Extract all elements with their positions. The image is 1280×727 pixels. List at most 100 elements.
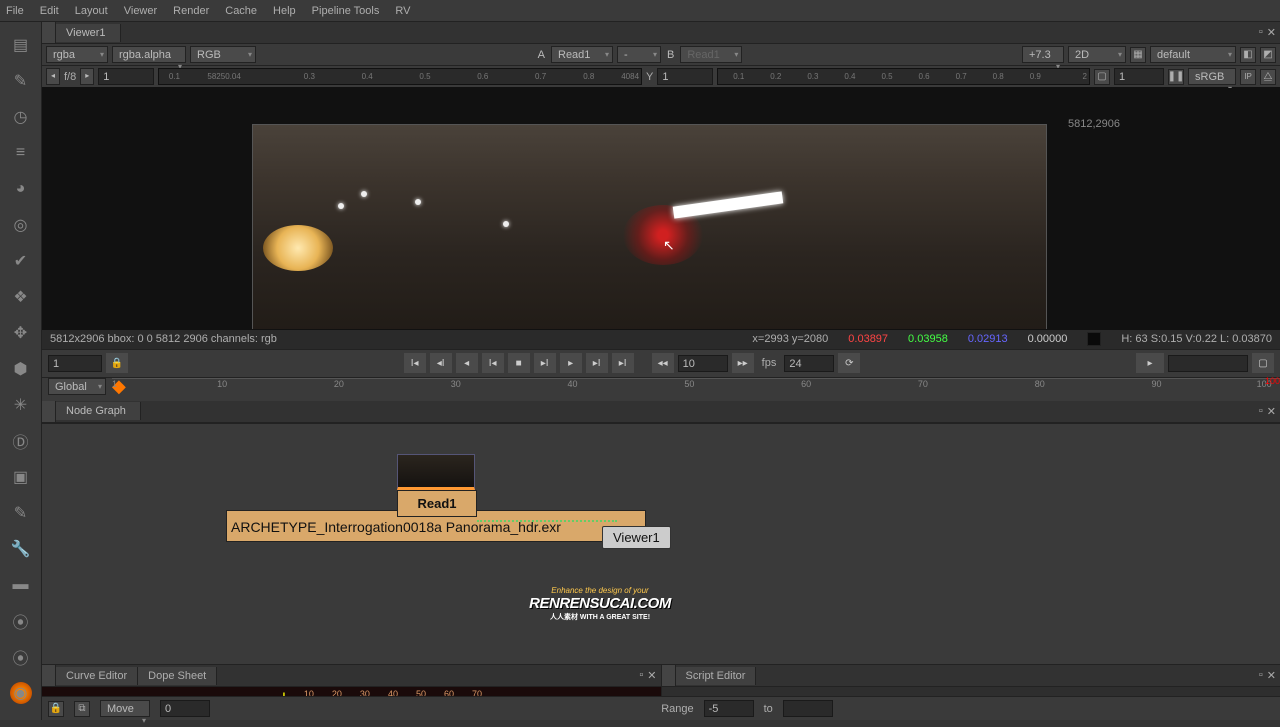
gamma-input[interactable]: 1 [1114, 68, 1164, 85]
lut-dropdown[interactable]: default [1150, 46, 1236, 63]
lock-icon[interactable]: 🔒 [106, 353, 128, 373]
view-mode-dropdown[interactable]: 2D [1068, 46, 1126, 63]
pane-float-icon-3[interactable]: ▫ [639, 669, 643, 682]
ext-field[interactable] [1168, 355, 1248, 372]
tool-deep-icon[interactable]: Ⓓ [10, 430, 32, 452]
pane-float-icon-4[interactable]: ▫ [1259, 669, 1263, 682]
tool-views-icon[interactable]: ▣ [10, 466, 32, 488]
tool-draw-icon[interactable]: ✎ [10, 70, 32, 92]
tool-toolsets-icon[interactable]: 🔧 [10, 538, 32, 560]
y-input[interactable]: 1 [657, 68, 713, 85]
read-node[interactable]: Read1 [397, 454, 477, 517]
pane-handle[interactable] [42, 22, 56, 43]
tool-other-icon[interactable]: ▬ [10, 574, 32, 596]
step-back-button[interactable]: I◂ [482, 353, 504, 373]
tool-filter-icon[interactable]: ◎ [10, 214, 32, 236]
move-value[interactable]: 0 [160, 700, 210, 717]
pane-float-icon[interactable]: ▫ [1259, 26, 1263, 39]
menu-render[interactable]: Render [173, 5, 209, 17]
nodegraph-tab[interactable]: Node Graph [56, 402, 141, 420]
tool-3d-icon[interactable]: ⬢ [10, 358, 32, 380]
play-back-button[interactable]: ◂ [456, 353, 478, 373]
menu-layout[interactable]: Layout [75, 5, 108, 17]
timeline-ruler[interactable]: ◆ 1 10 20 30 40 50 60 70 80 90 100 100 [112, 378, 1280, 401]
tool-time-icon[interactable]: ◷ [10, 106, 32, 128]
menu-edit[interactable]: Edit [40, 5, 59, 17]
viewer-lut-dropdown[interactable]: sRGB [1188, 68, 1236, 85]
tab-curve-editor[interactable]: Curve Editor [56, 667, 138, 685]
pane-close-icon-2[interactable]: ✕ [1267, 405, 1276, 418]
step-fwd-button[interactable]: ▸I [534, 353, 556, 373]
aspect-icon[interactable]: ◩ [1260, 47, 1276, 63]
channel-dropdown[interactable]: rgba.alpha [112, 46, 186, 63]
tab-dope-sheet[interactable]: Dope Sheet [138, 667, 217, 685]
play-button[interactable]: ▸ [560, 353, 582, 373]
first-frame-button[interactable]: I◂ [404, 353, 426, 373]
pane-close-icon-4[interactable]: ✕ [1267, 669, 1276, 682]
next-key-button[interactable]: ▸I [586, 353, 608, 373]
pane-float-icon-2[interactable]: ▫ [1259, 405, 1263, 418]
input-a-dropdown[interactable]: Read1 [551, 46, 613, 63]
tool-furnace-icon[interactable]: ⦿ [10, 610, 32, 632]
viewer-node[interactable]: Viewer1 [602, 526, 671, 549]
tool-particles-icon[interactable]: ✳ [10, 394, 32, 416]
ip-icon[interactable]: IP [1240, 69, 1256, 85]
fps-input[interactable]: 24 [784, 355, 834, 372]
tool-keyer-icon[interactable]: ✔ [10, 250, 32, 272]
last-frame-button[interactable]: ▸I [612, 353, 634, 373]
viewer-tab[interactable]: Viewer1 [56, 24, 121, 42]
menu-cache[interactable]: Cache [225, 5, 257, 17]
y-slider[interactable]: 0.1 0.2 0.3 0.4 0.5 0.6 0.7 0.8 0.9 2 [717, 68, 1090, 85]
tool-channel-icon[interactable]: ≡ [10, 142, 32, 164]
viewport[interactable]: 5812,2906 ↖ [42, 88, 1280, 329]
range-from[interactable]: -5 [704, 700, 754, 717]
tool-merge-icon[interactable]: ❖ [10, 286, 32, 308]
skip-back-button[interactable]: ◂◂ [652, 353, 674, 373]
move-dropdown[interactable]: Move [100, 700, 150, 717]
proxy-prev[interactable]: ◂ [46, 68, 60, 85]
view-layout-icon[interactable]: ▦ [1130, 47, 1146, 63]
tool-metadata-icon[interactable]: ✎ [10, 502, 32, 524]
input-b-dropdown[interactable]: Read1 [680, 46, 742, 63]
pane-close-icon-3[interactable]: ✕ [647, 669, 656, 682]
skip-fwd-button[interactable]: ▸▸ [732, 353, 754, 373]
pane-handle-4[interactable] [662, 665, 676, 686]
exposure-dropdown[interactable]: +7.3 [1022, 46, 1064, 63]
tab-script-editor[interactable]: Script Editor [676, 667, 757, 685]
tool-fire-icon[interactable]: ◉ [10, 682, 32, 704]
color-sample-icon[interactable]: ◧ [1240, 47, 1256, 63]
stripes-icon[interactable]: ⧋ [1260, 69, 1276, 85]
lock-bottom-icon[interactable]: 🔒 [48, 701, 64, 717]
menu-rv[interactable]: RV [395, 5, 410, 17]
loop-button[interactable]: ⟳ [838, 353, 860, 373]
proxy-next[interactable]: ▸ [80, 68, 94, 85]
prev-key-button[interactable]: ◂I [430, 353, 452, 373]
wipe-op-dropdown[interactable]: - [617, 46, 661, 63]
tool-image-icon[interactable]: ▤ [10, 34, 32, 56]
x-slider[interactable]: 0.1 58250.04 0.3 0.4 0.5 0.6 0.7 0.8 408… [158, 68, 642, 85]
menu-viewer[interactable]: Viewer [124, 5, 157, 17]
x-input[interactable]: 1 [98, 68, 154, 85]
menu-file[interactable]: File [6, 5, 24, 17]
skip-input[interactable]: 10 [678, 355, 728, 372]
menu-pipeline-tools[interactable]: Pipeline Tools [312, 5, 380, 17]
timeline[interactable]: Global ◆ 1 10 20 30 40 50 60 70 80 90 10… [42, 377, 1280, 401]
image-canvas[interactable]: ↖ [252, 124, 1047, 329]
pane-close-icon[interactable]: ✕ [1267, 26, 1276, 39]
pause-icon[interactable]: ❚❚ [1168, 69, 1184, 85]
pane-handle-3[interactable] [42, 665, 56, 686]
timeline-scope-dropdown[interactable]: Global [48, 378, 106, 395]
tool-transform-icon[interactable]: ✥ [10, 322, 32, 344]
menu-help[interactable]: Help [273, 5, 296, 17]
tool-fx-icon[interactable]: ⦿ [10, 646, 32, 668]
colorspace-dropdown[interactable]: RGB [190, 46, 256, 63]
frame-input[interactable]: 1 [48, 355, 102, 372]
ext-play-button[interactable]: ▸ [1136, 353, 1164, 373]
pane-handle-2[interactable] [42, 401, 56, 422]
ext-stop-button[interactable]: ▢ [1252, 353, 1274, 373]
layer-dropdown[interactable]: rgba [46, 46, 108, 63]
clip-icon[interactable]: ▢ [1094, 69, 1110, 85]
range-to[interactable] [783, 700, 833, 717]
tool-color-icon[interactable]: ◕ [10, 178, 32, 200]
node-graph[interactable]: ARCHETYPE_Interrogation0018a Panorama_hd… [42, 423, 1280, 665]
